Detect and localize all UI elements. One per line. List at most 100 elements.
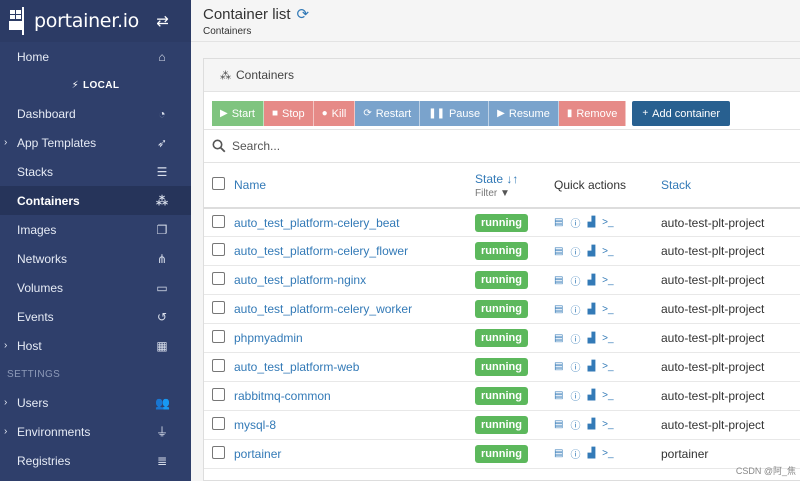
kill-button[interactable]: ● Kill xyxy=(313,101,356,126)
container-name-link[interactable]: auto_test_platform-celery_flower xyxy=(234,244,408,258)
stop-button[interactable]: ■ Stop xyxy=(263,101,314,126)
sidebar-item-users[interactable]: › Users 👥 xyxy=(0,388,191,417)
info-icon[interactable]: ⓘ xyxy=(570,302,580,317)
quick-actions-column-header: Quick actions xyxy=(554,178,627,192)
row-checkbox[interactable] xyxy=(212,214,225,228)
name-column-header[interactable]: Name xyxy=(234,178,266,192)
table-row: phpmyadmin running ▤ ⓘ ▟ >_ auto-test-plt-proj… xyxy=(204,324,800,353)
status-badge: running xyxy=(475,357,528,376)
container-name-link[interactable]: auto_test_platform-web xyxy=(234,360,359,374)
container-name-link[interactable]: auto_test_platform-celery_worker xyxy=(234,302,412,316)
sidebar-item-registries[interactable]: Registries ≣ xyxy=(0,446,191,475)
refresh-icon[interactable]: ⟳ xyxy=(297,5,310,23)
breadcrumb: Containers xyxy=(203,26,252,37)
sidebar-toggle-icon[interactable]: ⇄ xyxy=(156,12,169,30)
stats-icon[interactable]: ▟ xyxy=(587,448,595,459)
row-checkbox[interactable] xyxy=(212,358,225,372)
stats-icon[interactable]: ▟ xyxy=(587,361,595,372)
stats-icon[interactable]: ▟ xyxy=(587,217,595,228)
info-icon[interactable]: ⓘ xyxy=(570,359,580,374)
stats-icon[interactable]: ▟ xyxy=(587,419,595,430)
stats-icon[interactable]: ▟ xyxy=(587,304,595,315)
select-all-checkbox[interactable] xyxy=(212,177,225,190)
info-icon[interactable]: ⓘ xyxy=(570,244,580,259)
sidebar-item-networks[interactable]: Networks ⋔ xyxy=(0,244,191,273)
console-icon[interactable]: >_ xyxy=(602,419,613,430)
sidebar-item-dashboard[interactable]: Dashboard ◔ xyxy=(0,99,191,128)
stats-icon[interactable]: ▟ xyxy=(587,246,595,257)
console-icon[interactable]: >_ xyxy=(602,304,613,315)
sidebar-item-containers[interactable]: Containers ⁂ xyxy=(0,186,191,215)
resume-button[interactable]: ▶ Resume xyxy=(489,101,559,126)
sidebar-item-events[interactable]: Events ↺ xyxy=(0,302,191,331)
quick-actions: ▤ ⓘ ▟ >_ xyxy=(554,302,661,317)
logs-icon[interactable]: ▤ xyxy=(554,333,563,344)
start-button[interactable]: ▶ Start xyxy=(212,101,264,126)
console-icon[interactable]: >_ xyxy=(602,246,613,257)
console-icon[interactable]: >_ xyxy=(602,217,613,228)
info-icon[interactable]: ⓘ xyxy=(570,417,580,432)
info-icon[interactable]: ⓘ xyxy=(570,446,580,461)
console-icon[interactable]: >_ xyxy=(602,361,613,372)
row-checkbox[interactable] xyxy=(212,272,225,286)
info-icon[interactable]: ⓘ xyxy=(570,331,580,346)
logs-icon[interactable]: ▤ xyxy=(554,304,563,315)
portainer-logo-icon[interactable] xyxy=(8,6,32,36)
sidebar-item-stacks[interactable]: Stacks ☰ xyxy=(0,157,191,186)
sidebar-item-home[interactable]: Home ⌂ xyxy=(0,42,191,71)
row-checkbox[interactable] xyxy=(212,301,225,315)
stack-cell: auto-test-plt-project xyxy=(661,244,765,259)
table-row: mysql-8 running ▤ ⓘ ▟ >_ auto-test-plt-project xyxy=(204,410,800,440)
logs-icon[interactable]: ▤ xyxy=(554,361,563,372)
info-icon[interactable]: ⓘ xyxy=(570,388,580,403)
console-icon[interactable]: >_ xyxy=(602,275,613,286)
info-icon[interactable]: ⓘ xyxy=(570,215,580,230)
logs-icon[interactable]: ▤ xyxy=(554,448,563,459)
logs-icon[interactable]: ▤ xyxy=(554,275,563,286)
logs-icon[interactable]: ▤ xyxy=(554,217,563,228)
stats-icon[interactable]: ▟ xyxy=(587,333,595,344)
sidebar-item-environments[interactable]: › Environments ⏚ xyxy=(0,417,191,446)
container-name-link[interactable]: mysql-8 xyxy=(234,418,276,432)
search-input[interactable] xyxy=(232,139,532,153)
remove-button[interactable]: ▮ Remove xyxy=(558,101,627,126)
sidebar-item-app-templates[interactable]: › App Templates ➶ xyxy=(0,128,191,157)
info-icon[interactable]: ⓘ xyxy=(570,273,580,288)
brand-name[interactable]: portainer.io xyxy=(34,10,139,32)
logs-icon[interactable]: ▤ xyxy=(554,419,563,430)
row-checkbox[interactable] xyxy=(212,416,225,430)
state-column-header[interactable]: State ↓↑ xyxy=(475,172,518,186)
container-name-link[interactable]: auto_test_platform-nginx xyxy=(234,273,366,287)
row-checkbox[interactable] xyxy=(212,330,225,343)
status-badge: running xyxy=(475,271,528,290)
container-name-link[interactable]: auto_test_platform-celery_beat xyxy=(234,216,399,230)
add-container-button[interactable]: + Add container xyxy=(632,101,731,126)
sidebar-item-images[interactable]: Images ❐ xyxy=(0,215,191,244)
table-row: auto_test_platform-celery_beat running ▤ ⓘ ▟… xyxy=(204,208,800,237)
container-name-link[interactable]: portainer xyxy=(234,447,281,461)
pause-button[interactable]: ❚❚ Pause xyxy=(420,101,490,126)
container-name-link[interactable]: rabbitmq-common xyxy=(234,389,331,403)
quick-actions: ▤ ⓘ ▟ >_ xyxy=(554,359,661,374)
console-icon[interactable]: >_ xyxy=(602,448,613,459)
row-checkbox[interactable] xyxy=(212,243,225,257)
stack-cell: auto-test-plt-project xyxy=(661,302,765,317)
console-icon[interactable]: >_ xyxy=(602,333,613,344)
restart-button[interactable]: ⟳ Restart xyxy=(355,101,421,126)
state-filter[interactable]: Filter ▼ xyxy=(475,188,554,199)
logs-icon[interactable]: ▤ xyxy=(554,390,563,401)
panel-title: Containers xyxy=(236,68,295,82)
stats-icon[interactable]: ▟ xyxy=(587,275,595,286)
containers-table: Name State ↓↑ Filter ▼ Quick actions Sta… xyxy=(204,163,800,469)
status-badge: running xyxy=(475,444,528,463)
sidebar-item-volumes[interactable]: Volumes ▭ xyxy=(0,273,191,302)
console-icon[interactable]: >_ xyxy=(602,390,613,401)
sidebar-item-host[interactable]: › Host ▦ xyxy=(0,331,191,360)
row-checkbox[interactable] xyxy=(212,387,225,401)
stats-icon[interactable]: ▟ xyxy=(587,390,595,401)
plug-icon: ⏚ xyxy=(155,425,168,439)
row-checkbox[interactable] xyxy=(212,445,225,459)
stack-column-header[interactable]: Stack xyxy=(661,178,691,192)
logs-icon[interactable]: ▤ xyxy=(554,246,563,257)
container-name-link[interactable]: phpmyadmin xyxy=(234,331,303,345)
